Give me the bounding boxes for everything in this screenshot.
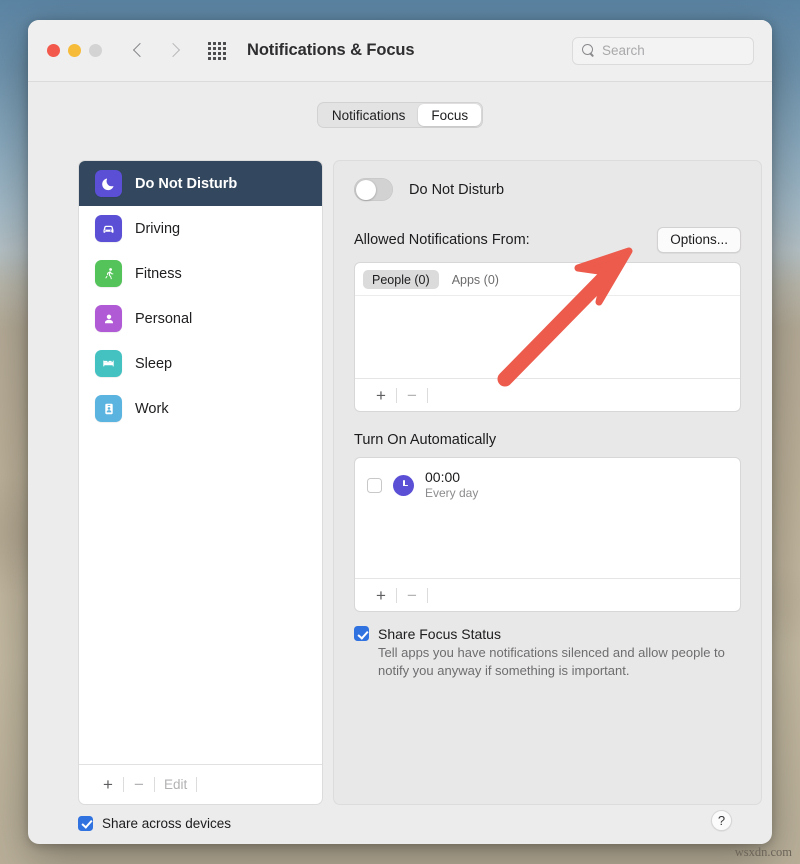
- sidebar-item-do-not-disturb[interactable]: Do Not Disturb: [79, 161, 322, 206]
- sidebar-item-label: Driving: [135, 221, 180, 237]
- sidebar-footer: + − Edit: [79, 764, 322, 804]
- share-across-devices-checkbox[interactable]: [78, 816, 93, 831]
- auto-schedule-list-box: 00:00 Every day + −: [354, 457, 741, 612]
- search-field[interactable]: Search: [572, 37, 754, 65]
- allowed-notifications-row: Allowed Notifications From: Options...: [354, 227, 741, 253]
- remove-allowed-button[interactable]: −: [397, 387, 427, 404]
- back-chevron-icon[interactable]: [132, 43, 147, 58]
- divider: [427, 388, 428, 403]
- page-title: Notifications & Focus: [247, 41, 415, 60]
- toggle-knob: [356, 180, 376, 200]
- schedule-repeat: Every day: [425, 486, 478, 501]
- navigation-buttons: [132, 43, 181, 58]
- sidebar-item-label: Personal: [135, 311, 192, 327]
- sidebar-item-sleep[interactable]: Sleep: [79, 341, 322, 386]
- divider: [427, 588, 428, 603]
- allowed-notifications-label: Allowed Notifications From:: [354, 232, 530, 248]
- sidebar-item-label: Sleep: [135, 356, 172, 372]
- allowed-list-body: [355, 296, 740, 378]
- traffic-light-group: [47, 44, 102, 57]
- tab-apps[interactable]: Apps (0): [443, 270, 508, 289]
- tab-bar: Notifications Focus: [28, 82, 772, 128]
- sidebar-item-work[interactable]: Work: [79, 386, 322, 431]
- schedule-text: 00:00 Every day: [425, 469, 478, 501]
- sidebar-item-label: Fitness: [135, 266, 182, 282]
- help-button[interactable]: ?: [711, 810, 732, 831]
- car-icon: [95, 215, 122, 242]
- do-not-disturb-toggle[interactable]: [354, 178, 393, 201]
- add-allowed-button[interactable]: +: [366, 387, 396, 404]
- auto-schedule-body: 00:00 Every day: [355, 458, 740, 578]
- schedule-enable-checkbox[interactable]: [367, 478, 382, 493]
- focus-detail-panel: Do Not Disturb Allowed Notifications Fro…: [333, 160, 762, 805]
- minimize-button[interactable]: [68, 44, 81, 57]
- focus-list: Do Not Disturb Driving Fitness: [79, 161, 322, 764]
- window-bottom-bar: Share across devices ?: [78, 808, 754, 838]
- window-titlebar: Notifications & Focus Search: [28, 20, 772, 82]
- content-area: Do Not Disturb Driving Fitness: [78, 160, 762, 805]
- focus-sidebar: Do Not Disturb Driving Fitness: [78, 160, 323, 805]
- runner-icon: [95, 260, 122, 287]
- system-preferences-window: Notifications & Focus Search Notificatio…: [28, 20, 772, 844]
- auto-schedule-footer: + −: [355, 578, 740, 611]
- bed-icon: [95, 350, 122, 377]
- sidebar-item-driving[interactable]: Driving: [79, 206, 322, 251]
- tab-notifications[interactable]: Notifications: [319, 104, 419, 126]
- allowed-list-box: People (0) Apps (0) + −: [354, 262, 741, 412]
- sidebar-item-label: Work: [135, 401, 169, 417]
- options-button[interactable]: Options...: [657, 227, 741, 253]
- tab-people[interactable]: People (0): [363, 270, 439, 289]
- add-focus-button[interactable]: +: [93, 776, 123, 793]
- search-placeholder: Search: [602, 43, 645, 58]
- badge-icon: [95, 395, 122, 422]
- share-focus-text: Share Focus Status Tell apps you have no…: [378, 626, 741, 681]
- search-icon: [582, 44, 595, 57]
- sidebar-item-label: Do Not Disturb: [135, 176, 237, 192]
- clock-icon: [393, 475, 414, 496]
- show-all-grid-icon[interactable]: [208, 42, 226, 60]
- people-apps-tabs: People (0) Apps (0): [355, 263, 740, 296]
- close-button[interactable]: [47, 44, 60, 57]
- zoom-button[interactable]: [89, 44, 102, 57]
- schedule-time: 00:00: [425, 469, 478, 485]
- moon-icon: [95, 170, 122, 197]
- edit-focus-button[interactable]: Edit: [155, 777, 196, 792]
- sidebar-item-fitness[interactable]: Fitness: [79, 251, 322, 296]
- segmented-control: Notifications Focus: [317, 102, 483, 128]
- schedule-row[interactable]: 00:00 Every day: [355, 458, 740, 501]
- share-focus-status-block: Share Focus Status Tell apps you have no…: [354, 626, 741, 681]
- sidebar-item-personal[interactable]: Personal: [79, 296, 322, 341]
- watermark: wsxdn.com: [735, 845, 792, 860]
- person-icon: [95, 305, 122, 332]
- share-focus-status-description: Tell apps you have notifications silence…: [378, 644, 741, 681]
- do-not-disturb-row: Do Not Disturb: [354, 178, 741, 201]
- share-focus-status-label: Share Focus Status: [378, 626, 741, 642]
- remove-focus-button[interactable]: −: [124, 776, 154, 793]
- share-across-devices-label: Share across devices: [102, 816, 231, 831]
- tab-focus[interactable]: Focus: [418, 104, 481, 126]
- allowed-list-footer: + −: [355, 378, 740, 411]
- forward-chevron-icon[interactable]: [166, 43, 181, 58]
- divider: [196, 777, 197, 792]
- add-schedule-button[interactable]: +: [366, 587, 396, 604]
- turn-on-automatically-label: Turn On Automatically: [354, 432, 741, 448]
- do-not-disturb-label: Do Not Disturb: [409, 182, 504, 198]
- remove-schedule-button[interactable]: −: [397, 587, 427, 604]
- share-focus-status-checkbox[interactable]: [354, 626, 369, 641]
